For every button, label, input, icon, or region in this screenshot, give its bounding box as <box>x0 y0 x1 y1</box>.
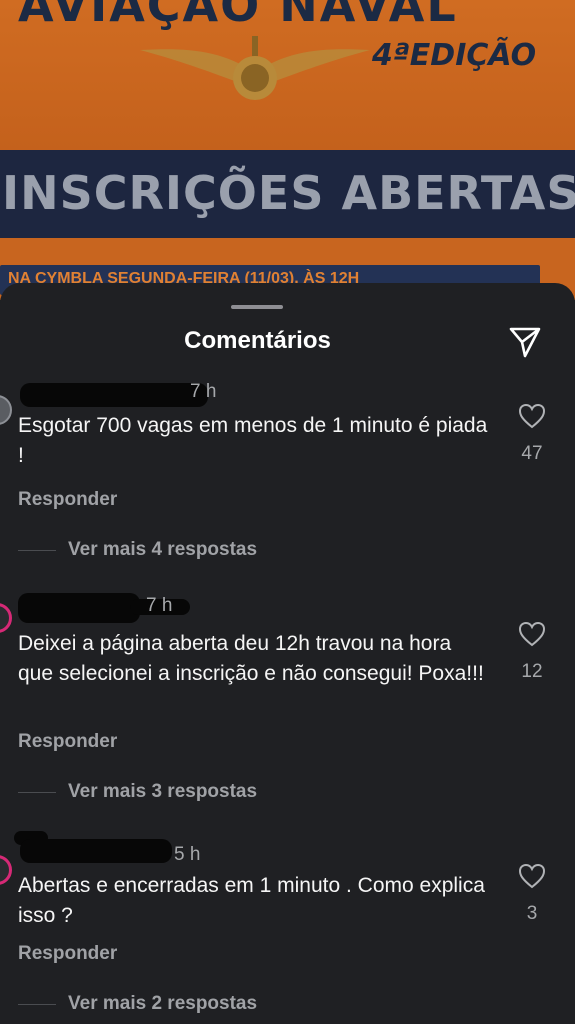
comment-item: 7 h Esgotar 700 vagas em menos de 1 minu… <box>0 375 575 585</box>
comment-time: 5 h <box>174 844 201 865</box>
comment-text: Abertas e encerradas em 1 minuto . Como … <box>18 874 485 927</box>
comment-text: Deixei a página aberta deu 12h travou na… <box>18 632 484 685</box>
view-more-replies-button[interactable]: Ver mais 3 respostas <box>68 781 257 803</box>
comment-time: 7 h <box>146 595 173 616</box>
send-icon[interactable] <box>508 325 542 359</box>
like-count: 12 <box>521 661 543 682</box>
post-image: AVIAÇÃO NAVAL 4ªEDIÇÃO INSCRIÇÕES ABERTA… <box>0 0 575 300</box>
sheet-title: Comentários <box>184 327 331 354</box>
heart-icon[interactable] <box>518 621 546 647</box>
view-more-replies-button[interactable]: Ver mais 2 respostas <box>68 993 257 1015</box>
replies-divider <box>18 1004 56 1005</box>
comment-item: 5 h Abertas e encerradas em 1 minuto . C… <box>0 827 575 1024</box>
avatar[interactable] <box>0 603 12 633</box>
post-subtitle: INSCRIÇÕES ABERTAS <box>2 166 575 220</box>
redacted-username <box>20 839 172 863</box>
avatar[interactable] <box>0 855 12 885</box>
comment-item: 7 h Deixei a página aberta deu 12h travo… <box>0 589 575 802</box>
reply-button[interactable]: Responder <box>18 489 117 511</box>
heart-icon[interactable] <box>518 863 546 889</box>
like-count: 3 <box>526 903 538 924</box>
avatar[interactable] <box>0 395 12 425</box>
comments-sheet: Comentários 7 h Esgotar 700 vagas em men… <box>0 283 575 1024</box>
comment-time: 7 h <box>190 381 217 402</box>
replies-divider <box>18 792 56 793</box>
reply-button[interactable]: Responder <box>18 943 117 965</box>
comment-text: Esgotar 700 vagas em menos de 1 minuto é… <box>18 414 488 467</box>
drag-handle[interactable] <box>231 305 283 309</box>
like-count: 47 <box>521 443 543 464</box>
reply-button[interactable]: Responder <box>18 731 117 753</box>
post-edition: 4ªEDIÇÃO <box>372 38 537 73</box>
redacted-username <box>20 383 208 407</box>
replies-divider <box>18 550 56 551</box>
view-more-replies-button[interactable]: Ver mais 4 respostas <box>68 539 257 561</box>
heart-icon[interactable] <box>518 403 546 429</box>
wings-emblem-icon <box>140 36 370 100</box>
redacted-username <box>18 593 140 623</box>
